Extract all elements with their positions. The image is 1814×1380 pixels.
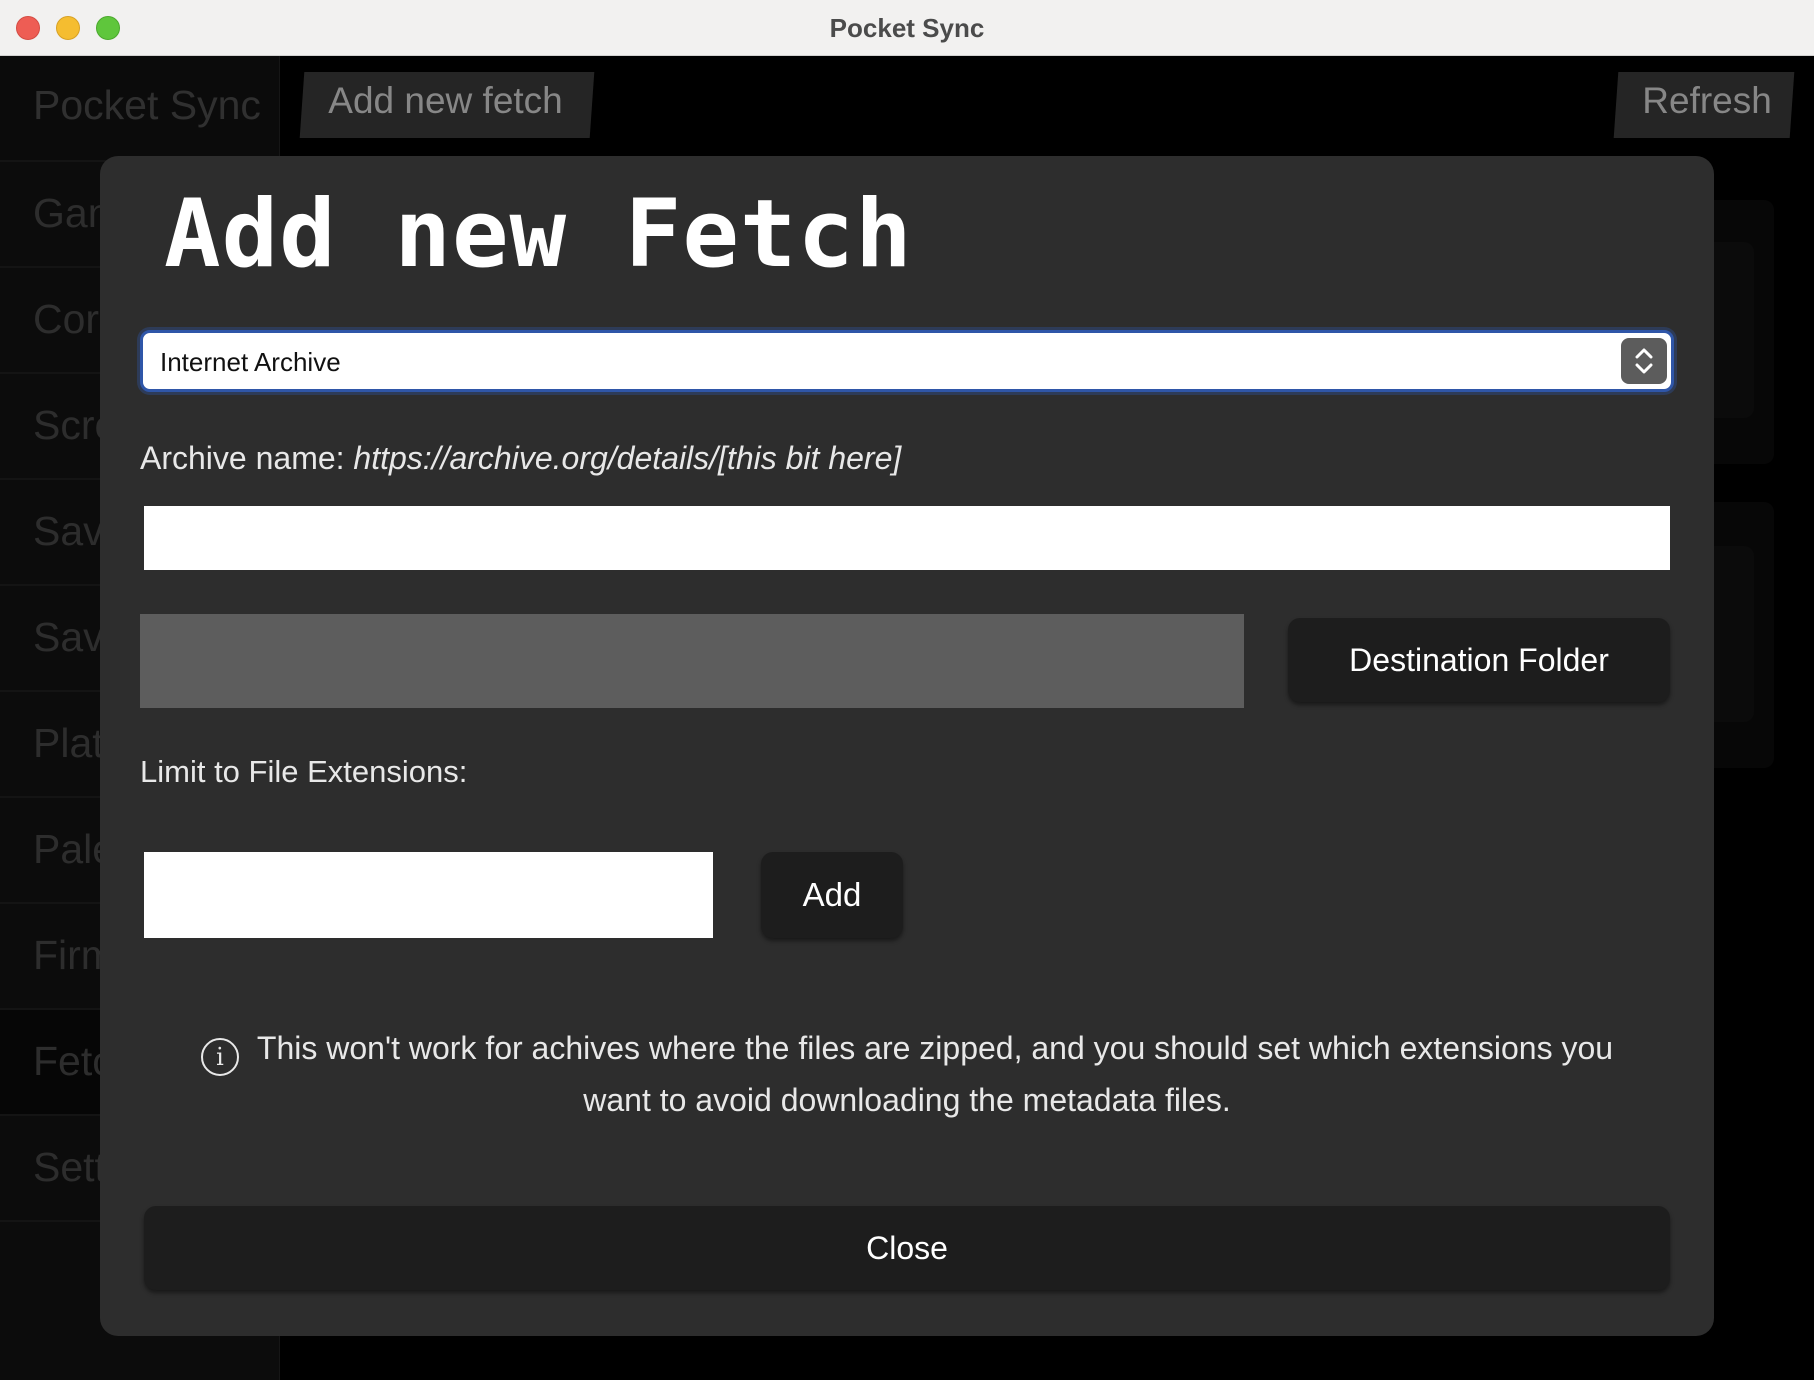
info-icon: i: [200, 1038, 239, 1076]
archive-name-label: Archive name: https://archive.org/detail…: [140, 440, 901, 477]
file-extensions-label: Limit to File Extensions:: [140, 754, 468, 789]
chevron-up-down-icon: [1621, 338, 1667, 384]
file-extension-input[interactable]: [144, 852, 713, 938]
info-note: i This won't work for achives where the f…: [200, 1024, 1614, 1124]
destination-path-display: [140, 614, 1244, 708]
destination-folder-button[interactable]: Destination Folder: [1288, 618, 1670, 702]
archive-name-hint: https://archive.org/details/[this bit he…: [353, 440, 902, 476]
close-button[interactable]: Close: [144, 1206, 1670, 1290]
info-text: This won't work for achives where the fi…: [256, 1030, 1614, 1118]
source-select-value: Internet Archive: [160, 347, 341, 377]
source-select[interactable]: Internet Archive: [140, 330, 1674, 392]
window-titlebar: Pocket Sync: [0, 0, 1814, 56]
window-title: Pocket Sync: [829, 13, 985, 43]
archive-name-input[interactable]: [144, 506, 1670, 570]
add-extension-button[interactable]: Add: [761, 852, 903, 938]
archive-name-label-prefix: Archive name:: [140, 440, 345, 476]
dialog-title: Add new Fetch: [164, 180, 913, 289]
add-fetch-dialog: Add new Fetch Internet Archive Archive n…: [100, 156, 1714, 1336]
